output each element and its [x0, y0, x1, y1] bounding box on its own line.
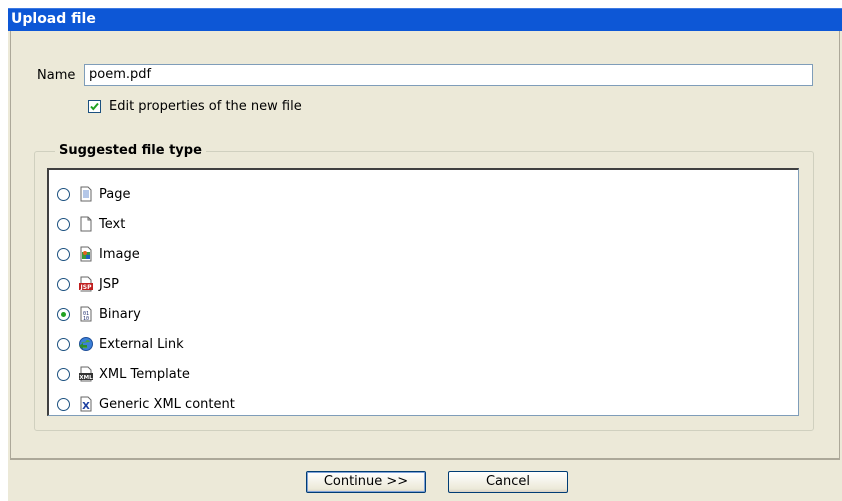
edit-properties-row[interactable]: Edit properties of the new file [88, 99, 302, 114]
file-type-option-xml-template[interactable]: XML XML Template [57, 364, 190, 384]
external-link-radio[interactable] [57, 337, 70, 351]
text-file-icon [80, 216, 92, 232]
option-label: JSP [99, 276, 119, 292]
text-radio[interactable] [57, 217, 70, 231]
cancel-button[interactable]: Cancel [448, 471, 568, 493]
footer-divider [10, 459, 840, 460]
jsp-icon: JSP [79, 276, 93, 292]
jsp-radio[interactable] [57, 277, 70, 291]
edit-properties-label: Edit properties of the new file [109, 99, 302, 114]
svg-text:JSP: JSP [80, 284, 93, 291]
binary-radio[interactable] [57, 307, 70, 321]
option-label: External Link [99, 336, 184, 352]
svg-text:10: 10 [83, 316, 89, 322]
name-input[interactable]: poem.pdf [84, 64, 813, 86]
file-type-option-binary[interactable]: 01 10 Binary [57, 304, 141, 324]
option-label: Image [99, 246, 140, 262]
page-icon [80, 186, 92, 202]
option-label: XML Template [99, 366, 190, 382]
option-label: Text [99, 216, 126, 232]
image-radio[interactable] [57, 247, 70, 261]
checkmark-icon [90, 102, 99, 111]
edit-properties-checkbox[interactable] [88, 100, 101, 113]
option-label: Binary [99, 306, 141, 322]
file-type-option-generic-xml[interactable]: X Generic XML content [57, 394, 235, 414]
dialog-title: Upload file [11, 11, 96, 27]
generic-xml-icon: X [80, 396, 92, 412]
xml-template-radio[interactable] [57, 367, 70, 381]
file-type-option-jsp[interactable]: JSP JSP [57, 274, 119, 294]
external-link-icon [79, 337, 93, 351]
binary-icon: 01 10 [80, 306, 92, 322]
title-bar: Upload file [8, 8, 842, 31]
file-type-option-page[interactable]: Page [57, 184, 130, 204]
continue-button[interactable]: Continue >> [306, 471, 426, 493]
option-label: Generic XML content [99, 396, 235, 412]
xml-template-icon: XML [79, 366, 93, 382]
generic-xml-radio[interactable] [57, 397, 70, 411]
page-radio[interactable] [57, 187, 70, 201]
file-type-option-external-link[interactable]: External Link [57, 334, 184, 354]
file-type-option-text[interactable]: Text [57, 214, 125, 234]
svg-text:X: X [82, 401, 90, 412]
name-label: Name [37, 68, 76, 83]
option-label: Page [99, 186, 131, 202]
svg-text:XML: XML [79, 375, 93, 381]
image-icon [80, 246, 92, 262]
file-type-option-image[interactable]: Image [57, 244, 140, 264]
file-type-legend: Suggested file type [55, 143, 206, 158]
